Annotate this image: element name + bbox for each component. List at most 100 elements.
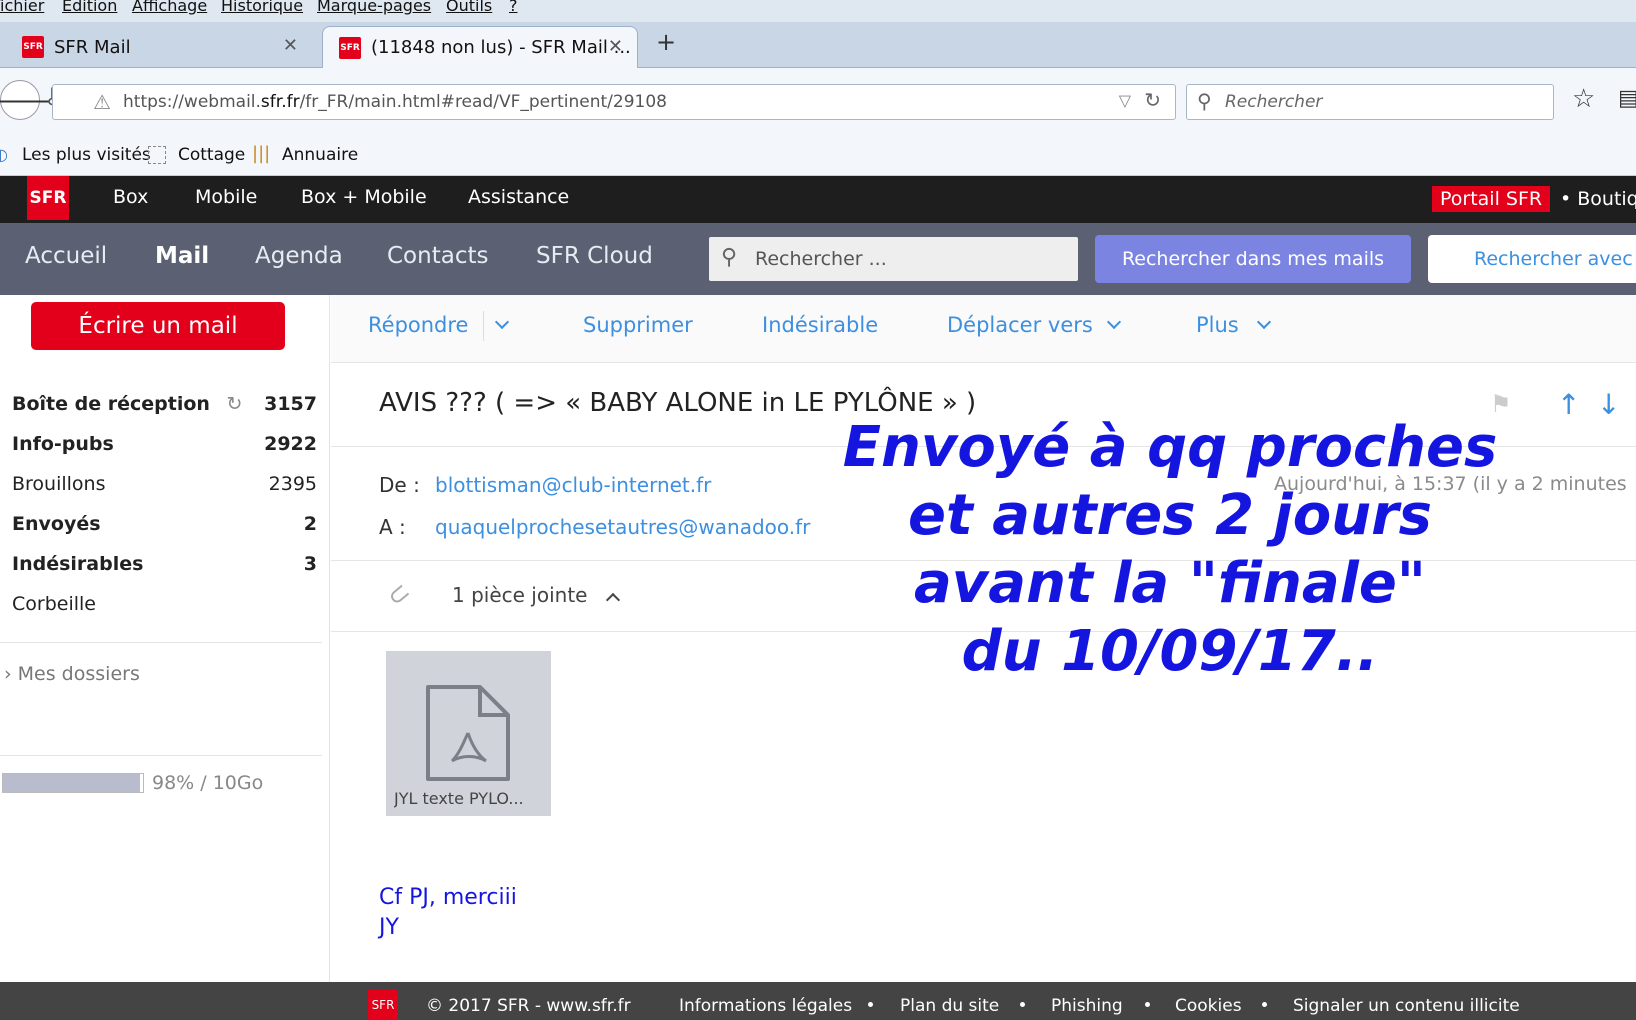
search-mails-button[interactable]: Rechercher dans mes mails <box>1095 235 1411 283</box>
menu-historique[interactable]: Historique <box>221 0 303 15</box>
browser-search-placeholder: Rechercher <box>1225 92 1323 112</box>
folder-spam[interactable]: Indésirables 3 <box>12 553 317 575</box>
mail-nav-contacts[interactable]: Contacts <box>387 243 488 269</box>
paperclip-icon: ⊂ <box>380 576 417 614</box>
sfr-nav-box[interactable]: Box <box>113 186 148 208</box>
mail-nav-mail[interactable]: Mail <box>155 243 209 269</box>
footer-phishing-link[interactable]: Phishing <box>1051 996 1123 1016</box>
folder-count: 3 <box>303 553 317 575</box>
mail-nav-accueil[interactable]: Accueil <box>25 243 107 269</box>
mail-nav-agenda[interactable]: Agenda <box>255 243 343 269</box>
separator-dot <box>1020 1002 1025 1007</box>
chevron-down-icon[interactable] <box>1106 314 1122 330</box>
bookmark-star-icon[interactable]: ☆ <box>1572 84 1595 114</box>
to-address[interactable]: quaquelprochesetautres@wanadoo.fr <box>435 515 810 539</box>
footer-legal-link[interactable]: Informations légales <box>679 996 852 1016</box>
tab-sfr-mail-unread[interactable]: SFR (11848 non lus) - SFR Mail ... ✕ <box>322 26 638 68</box>
footer-report-link[interactable]: Signaler un contenu illicite <box>1293 996 1520 1016</box>
footer-cookies-link[interactable]: Cookies <box>1175 996 1242 1016</box>
quota-bar-fill <box>3 774 141 792</box>
spam-button[interactable]: Indésirable <box>762 313 878 337</box>
sfr-footer-logo[interactable]: SFR <box>368 990 398 1020</box>
tab-label: SFR Mail <box>54 36 131 58</box>
mail-search-input[interactable]: ⚲ Rechercher ... <box>709 237 1078 281</box>
folder-sent[interactable]: Envoyés 2 <box>12 513 317 535</box>
refresh-icon[interactable]: ↻ <box>227 393 243 415</box>
overlay-line: et autres 2 jours <box>907 483 1433 548</box>
menu-help[interactable]: ? <box>509 0 518 15</box>
folder-count: 3157 <box>264 393 317 415</box>
folder-trash[interactable]: Corbeille <box>12 593 317 615</box>
warning-icon[interactable]: ⚠ <box>93 90 111 114</box>
menu-marque-pages[interactable]: Marque-pages <box>317 0 431 15</box>
sfr-nav-box-mobile[interactable]: Box + Mobile <box>301 186 427 208</box>
folder-inbox[interactable]: Boîte de réception ↻ 3157 <box>12 393 317 415</box>
footer-sitemap-link[interactable]: Plan du site <box>900 996 999 1016</box>
sfr-favicon-icon: SFR <box>22 36 44 58</box>
pdf-file-icon <box>426 685 510 781</box>
back-button[interactable]: 🡐 <box>0 80 52 120</box>
menu-affichage[interactable]: Affichage <box>132 0 207 15</box>
browser-search-input[interactable]: ⚲ Rechercher <box>1186 84 1554 120</box>
from-address[interactable]: blottisman@club-internet.fr <box>435 473 711 497</box>
from-label: De : <box>379 473 420 497</box>
close-icon[interactable]: ✕ <box>283 35 298 56</box>
close-icon[interactable]: ✕ <box>608 36 623 57</box>
attachment-card[interactable]: JYL texte PYLO... <box>386 651 551 816</box>
footer-copyright: © 2017 SFR - www.sfr.fr <box>426 996 631 1016</box>
url-domain: sfr.fr <box>260 92 300 112</box>
attachments-toggle[interactable]: 1 pièce jointe <box>452 583 620 608</box>
my-folders-toggle[interactable]: › Mes dossiers <box>4 663 140 685</box>
new-tab-button[interactable]: + <box>656 28 676 56</box>
move-to-button[interactable]: Déplacer vers <box>947 313 1093 337</box>
to-label: A : <box>379 515 406 539</box>
message-body-line: Cf PJ, merciii <box>379 885 517 910</box>
attachment-name: JYL texte PYLO... <box>394 789 524 808</box>
bookmarks-bar: ◐ Les plus visités Cottage ||| Annuaire <box>0 136 1636 176</box>
browser-menu-bar: Fichier Edition Affichage Historique Mar… <box>0 0 1636 22</box>
dropdown-icon[interactable]: ▽ <box>1119 91 1131 110</box>
reply-button[interactable]: Répondre <box>368 313 468 337</box>
delete-button[interactable]: Supprimer <box>583 313 693 337</box>
separator-dot <box>868 1002 873 1007</box>
tab-label: (11848 non lus) - SFR Mail ... <box>371 37 631 58</box>
attachments-label: 1 pièce jointe <box>452 583 588 607</box>
sfr-favicon-icon: SFR <box>339 36 361 59</box>
mail-nav-sfr-cloud[interactable]: SFR Cloud <box>536 243 653 269</box>
quota-text: 98% / 10Go <box>152 772 264 794</box>
compose-button[interactable]: Écrire un mail <box>31 302 285 350</box>
overlay-line: avant la "finale" <box>914 551 1426 616</box>
more-button[interactable]: Plus <box>1196 313 1239 337</box>
menu-fichier[interactable]: Fichier <box>0 0 44 15</box>
reading-list-icon[interactable]: ▤ <box>1618 86 1636 111</box>
sfr-nav-assistance[interactable]: Assistance <box>468 186 569 208</box>
portal-sfr-link[interactable]: Portail SFR <box>1432 186 1551 212</box>
bookmark-annuaire[interactable]: Annuaire <box>282 145 358 165</box>
arrow-down-icon[interactable]: ↓ <box>1597 388 1620 421</box>
url-bar[interactable]: ⚠ https://webmail. sfr.fr/fr_FR/main.html… <box>52 84 1176 120</box>
chevron-down-icon[interactable] <box>494 314 510 330</box>
menu-outils[interactable]: Outils <box>446 0 492 15</box>
separator-dot <box>1262 1002 1267 1007</box>
browser-nav-bar: 🡐 ⚷ ⚠ https://webmail.sfr.fr/fr_FR/main.… <box>0 68 1636 136</box>
message-toolbar: Répondre Supprimer Indésirable Déplacer … <box>331 295 1636 363</box>
arrow-up-icon[interactable]: ↑ <box>1557 388 1580 421</box>
sfr-logo[interactable]: SFR <box>27 176 69 220</box>
folder-icon <box>148 146 166 164</box>
menu-edition[interactable]: Edition <box>62 0 117 15</box>
folder-name: Envoyés <box>12 513 101 535</box>
folder-drafts[interactable]: Brouillons 2395 <box>12 473 317 495</box>
folder-name: Corbeille <box>12 593 96 615</box>
divider <box>483 311 484 341</box>
mail-sidebar: Écrire un mail Boîte de réception ↻ 3157… <box>0 295 330 982</box>
chevron-down-icon[interactable] <box>1256 314 1272 330</box>
bookmark-most-visited[interactable]: Les plus visités <box>22 145 151 165</box>
sfr-nav-mobile[interactable]: Mobile <box>195 186 257 208</box>
reload-icon[interactable]: ↻ <box>1144 88 1161 112</box>
bookmark-cottage[interactable]: Cottage <box>178 145 245 165</box>
search-web-button[interactable]: Rechercher avec G <box>1428 235 1636 283</box>
folder-count: 2922 <box>264 433 317 455</box>
boutique-link[interactable]: • Boutique <box>1560 188 1636 210</box>
folder-info-pubs[interactable]: Info-pubs 2922 <box>12 433 317 455</box>
tab-sfr-mail[interactable]: SFR SFR Mail ✕ <box>16 26 312 68</box>
